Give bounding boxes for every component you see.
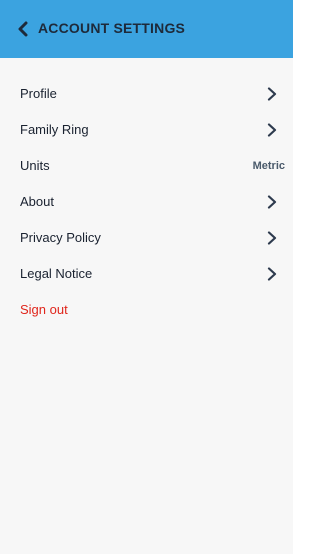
chevron-right-icon xyxy=(267,267,277,281)
menu-item-family-ring[interactable]: Family Ring xyxy=(0,112,293,148)
sign-out-button[interactable]: Sign out xyxy=(0,292,293,328)
menu-item-label: Privacy Policy xyxy=(20,230,101,245)
chevron-right-icon xyxy=(267,231,277,245)
page-title: ACCOUNT SETTINGS xyxy=(38,20,186,36)
chevron-right-icon xyxy=(267,195,277,209)
menu-item-profile[interactable]: Profile xyxy=(0,76,293,112)
sign-out-label: Sign out xyxy=(20,302,68,317)
settings-menu: Profile Family Ring Units Metric About P… xyxy=(0,76,293,328)
menu-item-label: About xyxy=(20,194,54,209)
menu-item-legal-notice[interactable]: Legal Notice xyxy=(0,256,293,292)
menu-item-label: Profile xyxy=(20,86,57,101)
menu-item-label: Family Ring xyxy=(20,122,89,137)
menu-item-privacy-policy[interactable]: Privacy Policy xyxy=(0,220,293,256)
menu-item-label: Legal Notice xyxy=(20,266,93,281)
chevron-right-icon xyxy=(267,123,277,137)
menu-item-label: Units xyxy=(20,158,50,173)
chevron-right-icon xyxy=(267,87,277,101)
back-button[interactable] xyxy=(14,19,32,39)
header-bar: ACCOUNT SETTINGS xyxy=(0,0,293,58)
menu-item-units[interactable]: Units Metric xyxy=(0,148,293,184)
chevron-left-icon xyxy=(18,21,28,37)
menu-item-about[interactable]: About xyxy=(0,184,293,220)
units-value: Metric xyxy=(252,160,285,172)
account-settings-screen: ACCOUNT SETTINGS Profile Family Ring Uni… xyxy=(0,0,293,554)
